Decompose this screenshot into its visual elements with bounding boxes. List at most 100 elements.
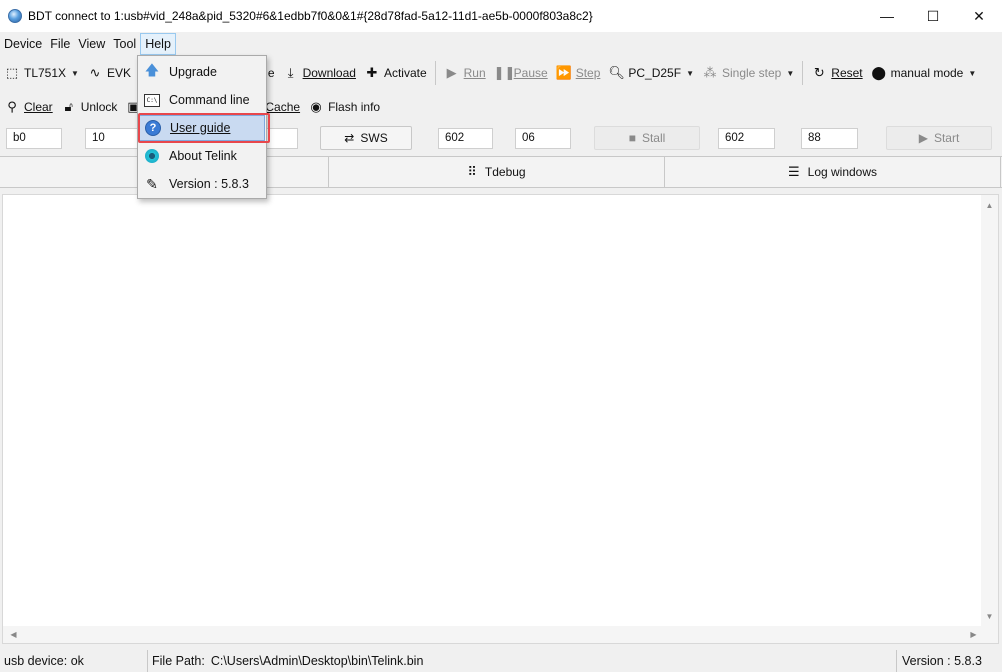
file-path-label: File Path: [152,654,205,668]
chevron-down-icon: ▼ [686,68,694,78]
eye-icon: ◉ [310,99,322,114]
chevron-down-icon: ▼ [71,68,79,78]
menu-item-upgrade-label: Upgrade [169,65,217,79]
menu-item-version[interactable]: ✎ Version : 5.8.3 [139,171,265,197]
single-step-label: Single step [721,66,782,80]
chip-select[interactable]: ⬚ TL751X ▼ [0,60,83,86]
run-button[interactable]: ▶ Run [440,60,490,86]
pc-label: PC_D25F [628,66,682,80]
binary-icon: ⠿ [467,164,477,179]
run-icon: ▶ [446,65,457,80]
file-path-status: File Path: C:\Users\Admin\Desktop\bin\Te… [148,650,897,672]
mode-icon: ⬤ [871,65,886,80]
minimize-button[interactable]: — [864,0,910,32]
window-controls: — ☐ ✕ [864,0,1002,32]
vertical-scrollbar[interactable]: ▲ ▼ [981,195,998,627]
version-status: Version : 5.8.3 [902,654,982,668]
step-label: Step [575,66,601,80]
pencil-icon: ✎ [146,175,158,192]
clear-label: Clear [24,100,53,114]
scroll-up-icon[interactable]: ▲ [981,197,998,214]
cache-label: Cache [265,100,301,114]
scroll-left-icon[interactable]: ◀ [5,626,22,643]
reset-button[interactable]: ↻ Reset [807,60,866,86]
pause-label: Pause [513,66,548,80]
scroll-down-icon[interactable]: ▼ [981,608,998,625]
status-bar: usb device: ok File Path: C:\Users\Admin… [0,650,1002,672]
unlock-icon: 🔓︎ [64,99,73,114]
address-input[interactable]: b0 [6,128,62,149]
run-label: Run [463,66,486,80]
stop-icon: ■ [628,131,636,145]
menu-view[interactable]: View [74,33,109,55]
menu-item-upgrade[interactable]: 🡅 Upgrade [139,59,265,85]
download-button[interactable]: ⤓ Download [279,60,360,86]
tab-tdebug-label: Tdebug [484,165,526,179]
reset-label: Reset [831,66,863,80]
waveform-icon: ∿ [89,65,101,80]
menu-bar: Device File View Tool Help [0,32,1002,56]
list-icon: ☰ [787,164,800,179]
sws-value-input[interactable]: 06 [515,128,571,149]
refresh-icon: ⇄ [344,131,355,145]
title-bar: BDT connect to 1:usb#vid_248a&pid_5320#6… [0,0,1002,32]
activate-label: Activate [383,66,427,80]
single-step-select[interactable]: ⁂ Single step ▼ [698,60,798,86]
clear-button[interactable]: ⚲ Clear [0,94,57,120]
pause-icon: ❚❚ [493,65,516,80]
tab-log-windows-label: Log windows [807,165,878,179]
menu-tool[interactable]: Tool [109,33,140,55]
menu-item-command-line-label: Command line [169,93,250,107]
stall-addr-input[interactable]: 602 [718,128,775,149]
pause-button[interactable]: ❚❚ Pause [490,60,552,86]
flash-info-button[interactable]: ◉ Flash info [304,94,384,120]
broom-icon: ⚲ [7,99,17,114]
close-button[interactable]: ✕ [956,0,1002,32]
stall-value-input[interactable]: 88 [801,128,858,149]
toolbar-divider [802,61,804,85]
menu-device[interactable]: Device [0,33,46,55]
maximize-button[interactable]: ☐ [910,0,956,32]
chevron-down-icon: ▼ [786,68,795,78]
menu-item-about-telink-label: About Telink [169,149,237,163]
file-path-value: C:\Users\Admin\Desktop\bin\Telink.bin [210,654,424,668]
menu-help[interactable]: Help [140,33,176,55]
menu-item-version-label: Version : 5.8.3 [169,177,249,191]
log-output-area[interactable]: ▲ ▼ ◀ ▶ [2,194,999,644]
chevron-down-icon: ▼ [968,68,977,78]
horizontal-scrollbar[interactable]: ◀ ▶ [3,626,998,643]
plus-icon: ✚ [366,65,378,80]
download-label: Download [302,66,356,80]
unlock-button[interactable]: 🔓︎ Unlock [57,94,122,120]
scroll-right-icon[interactable]: ▶ [965,626,982,643]
stall-label: Stall [641,131,666,145]
flash-info-label: Flash info [328,100,381,114]
upgrade-arrow-icon: 🡅 [144,62,160,78]
mode-select[interactable]: ⬤ manual mode ▼ [867,60,981,86]
sws-button[interactable]: ⇄ SWS [320,126,412,150]
download-icon: ⤓ [287,65,294,80]
toolbar-divider [434,61,436,85]
tab-tdebug[interactable]: ⠿ Tdebug [329,157,665,187]
tab-log-windows[interactable]: ☰ Log windows [665,157,1001,187]
chip-label: TL751X [24,66,67,80]
footsteps-icon: ⁂ [703,65,717,80]
start-button[interactable]: ▶ Start [886,126,992,150]
search-icon: 🔍︎ [608,65,625,80]
menu-item-about-telink[interactable]: About Telink [139,143,265,169]
highlight-annotation [138,113,270,143]
sws-addr-input[interactable]: 602 [438,128,493,149]
reset-icon: ↻ [813,65,825,80]
stall-button[interactable]: ■ Stall [594,126,700,150]
window-title: BDT connect to 1:usb#vid_248a&pid_5320#6… [28,9,593,23]
menu-item-command-line[interactable]: C:\ Command line [139,87,265,113]
step-button[interactable]: ⏩ Step [552,60,605,86]
app-logo-icon [8,9,22,23]
menu-file[interactable]: File [46,33,74,55]
step-icon: ⏩ [555,65,572,80]
pc-select[interactable]: 🔍︎ PC_D25F ▼ [604,60,698,86]
start-label: Start [933,131,960,145]
unlock-label: Unlock [80,100,118,114]
activate-button[interactable]: ✚ Activate [360,60,431,86]
telink-logo-icon [139,149,165,163]
